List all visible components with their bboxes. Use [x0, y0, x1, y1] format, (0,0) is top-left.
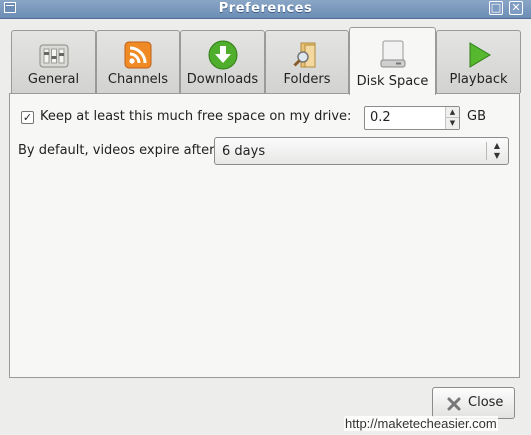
- tab-disk-space[interactable]: Disk Space: [349, 27, 436, 95]
- spinner-up-icon[interactable]: ▲: [446, 107, 459, 118]
- title-bar[interactable]: Preferences □ ✕: [0, 0, 531, 19]
- expire-value: 6 days: [222, 144, 266, 159]
- keep-free-space-checkbox[interactable]: ✓: [21, 111, 34, 124]
- free-space-spinner[interactable]: 0.2 ▲ ▼: [364, 106, 460, 130]
- spinner-down-icon[interactable]: ▼: [446, 118, 459, 129]
- rss-feed-icon: [124, 41, 152, 69]
- expire-dropdown[interactable]: 6 days ▲ ▼: [214, 137, 509, 165]
- tab-channels[interactable]: Channels: [96, 30, 180, 93]
- tab-label: Downloads: [186, 72, 259, 87]
- close-x-icon: [447, 397, 461, 411]
- play-triangle-icon: [469, 42, 491, 68]
- expire-row: By default, videos expire after 6 days ▲…: [18, 137, 513, 165]
- download-arrow-icon: [208, 40, 237, 70]
- keep-free-space-label[interactable]: Keep at least this much free space on my…: [40, 109, 351, 124]
- close-button[interactable]: Close: [432, 387, 515, 419]
- window-title: Preferences: [218, 1, 313, 16]
- updown-chevron-icon: ▲ ▼: [493, 141, 501, 160]
- tab-playback[interactable]: Playback: [436, 30, 521, 93]
- close-button-label: Close: [468, 395, 504, 410]
- disk-space-panel: ✓ Keep at least this much free space on …: [9, 93, 520, 378]
- tab-label: Channels: [107, 72, 169, 87]
- tab-label: Disk Space: [356, 74, 429, 89]
- window-close-button[interactable]: ✕: [509, 1, 523, 15]
- watermark-url: http://maketecheasier.com: [344, 416, 498, 431]
- tab-downloads[interactable]: Downloads: [180, 30, 265, 93]
- maximize-button[interactable]: □: [489, 1, 503, 15]
- free-space-unit: GB: [467, 109, 486, 124]
- dropdown-separator: [486, 142, 487, 160]
- tab-general[interactable]: General: [11, 30, 96, 93]
- sliders-icon: [39, 44, 68, 68]
- hard-drive-icon: [380, 40, 405, 68]
- tab-label: Folders: [283, 72, 331, 87]
- folder-search-icon: [293, 42, 316, 68]
- free-space-value[interactable]: 0.2: [370, 110, 391, 125]
- spinner-arrows: ▲ ▼: [445, 107, 459, 129]
- tab-label: Playback: [449, 72, 508, 87]
- tab-folders[interactable]: Folders: [265, 30, 349, 93]
- free-space-row: ✓ Keep at least this much free space on …: [21, 106, 501, 130]
- tab-label: General: [27, 72, 80, 87]
- expire-label: By default, videos expire after: [18, 143, 215, 158]
